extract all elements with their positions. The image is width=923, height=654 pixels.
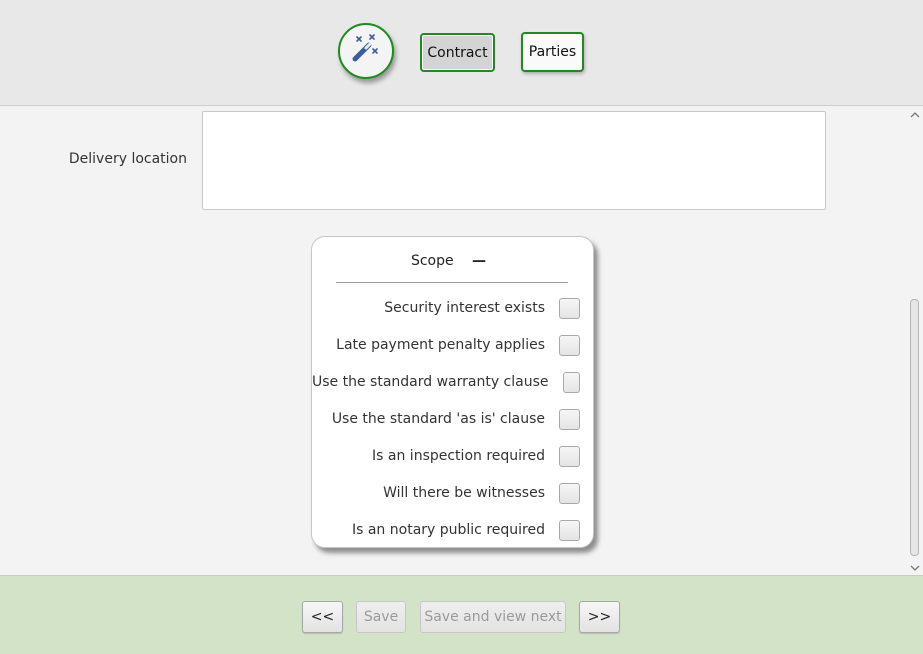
scope-title: Scope xyxy=(410,253,454,269)
notary-checkbox[interactable] xyxy=(559,519,580,541)
delivery-location-label: Delivery location xyxy=(68,151,187,167)
delivery-location-input[interactable] xyxy=(202,111,826,210)
scroll-up-icon[interactable] xyxy=(906,107,923,121)
scope-panel: Scope — Security interest exists Late pa… xyxy=(311,236,594,548)
scope-item-inspection: Is an inspection required xyxy=(312,442,595,470)
collapse-icon[interactable]: — xyxy=(472,253,486,269)
warranty-clause-checkbox[interactable] xyxy=(562,371,580,393)
magic-wand-icon xyxy=(349,32,383,70)
footer-bar: << Save Save and view next >> xyxy=(0,575,923,654)
witnesses-checkbox[interactable] xyxy=(559,482,580,504)
inspection-checkbox[interactable] xyxy=(559,445,580,467)
scroll-down-icon[interactable] xyxy=(906,561,923,575)
top-toolbar: Contract Parties xyxy=(0,0,923,106)
scope-header: Scope — xyxy=(312,253,593,269)
scope-item-late-payment: Late payment penalty applies xyxy=(312,331,595,359)
late-payment-checkbox[interactable] xyxy=(559,334,580,356)
next-button[interactable]: >> xyxy=(579,601,620,633)
scope-item-label: Security interest exists xyxy=(384,300,545,316)
scope-item-notary: Is an notary public required xyxy=(312,516,595,544)
scope-item-as-is-clause: Use the standard 'as is' clause xyxy=(312,405,595,433)
parties-button[interactable]: Parties xyxy=(521,32,584,72)
scope-item-security-interest: Security interest exists xyxy=(312,294,595,322)
save-button[interactable]: Save xyxy=(356,601,406,633)
scope-item-label: Use the standard 'as is' clause xyxy=(331,411,545,427)
save-and-view-next-button[interactable]: Save and view next xyxy=(420,601,566,633)
security-interest-checkbox[interactable] xyxy=(559,297,580,319)
form-area: Delivery location Scope — Security inter… xyxy=(0,107,923,575)
vertical-scrollbar[interactable] xyxy=(906,107,923,575)
scope-item-label: Use the standard warranty clause xyxy=(312,374,549,390)
scrollbar-thumb[interactable] xyxy=(910,299,919,556)
scope-item-warranty-clause: Use the standard warranty clause xyxy=(312,368,595,396)
contract-button[interactable]: Contract xyxy=(420,33,495,72)
scope-divider xyxy=(336,282,568,283)
previous-button[interactable]: << xyxy=(302,601,343,633)
scope-item-label: Is an notary public required xyxy=(351,522,545,538)
scope-item-label: Will there be witnesses xyxy=(383,485,545,501)
wizard-button[interactable] xyxy=(338,23,394,79)
as-is-clause-checkbox[interactable] xyxy=(559,408,580,430)
scope-item-witnesses: Will there be witnesses xyxy=(312,479,595,507)
scope-item-label: Is an inspection required xyxy=(372,448,545,464)
scope-item-label: Late payment penalty applies xyxy=(336,337,545,353)
